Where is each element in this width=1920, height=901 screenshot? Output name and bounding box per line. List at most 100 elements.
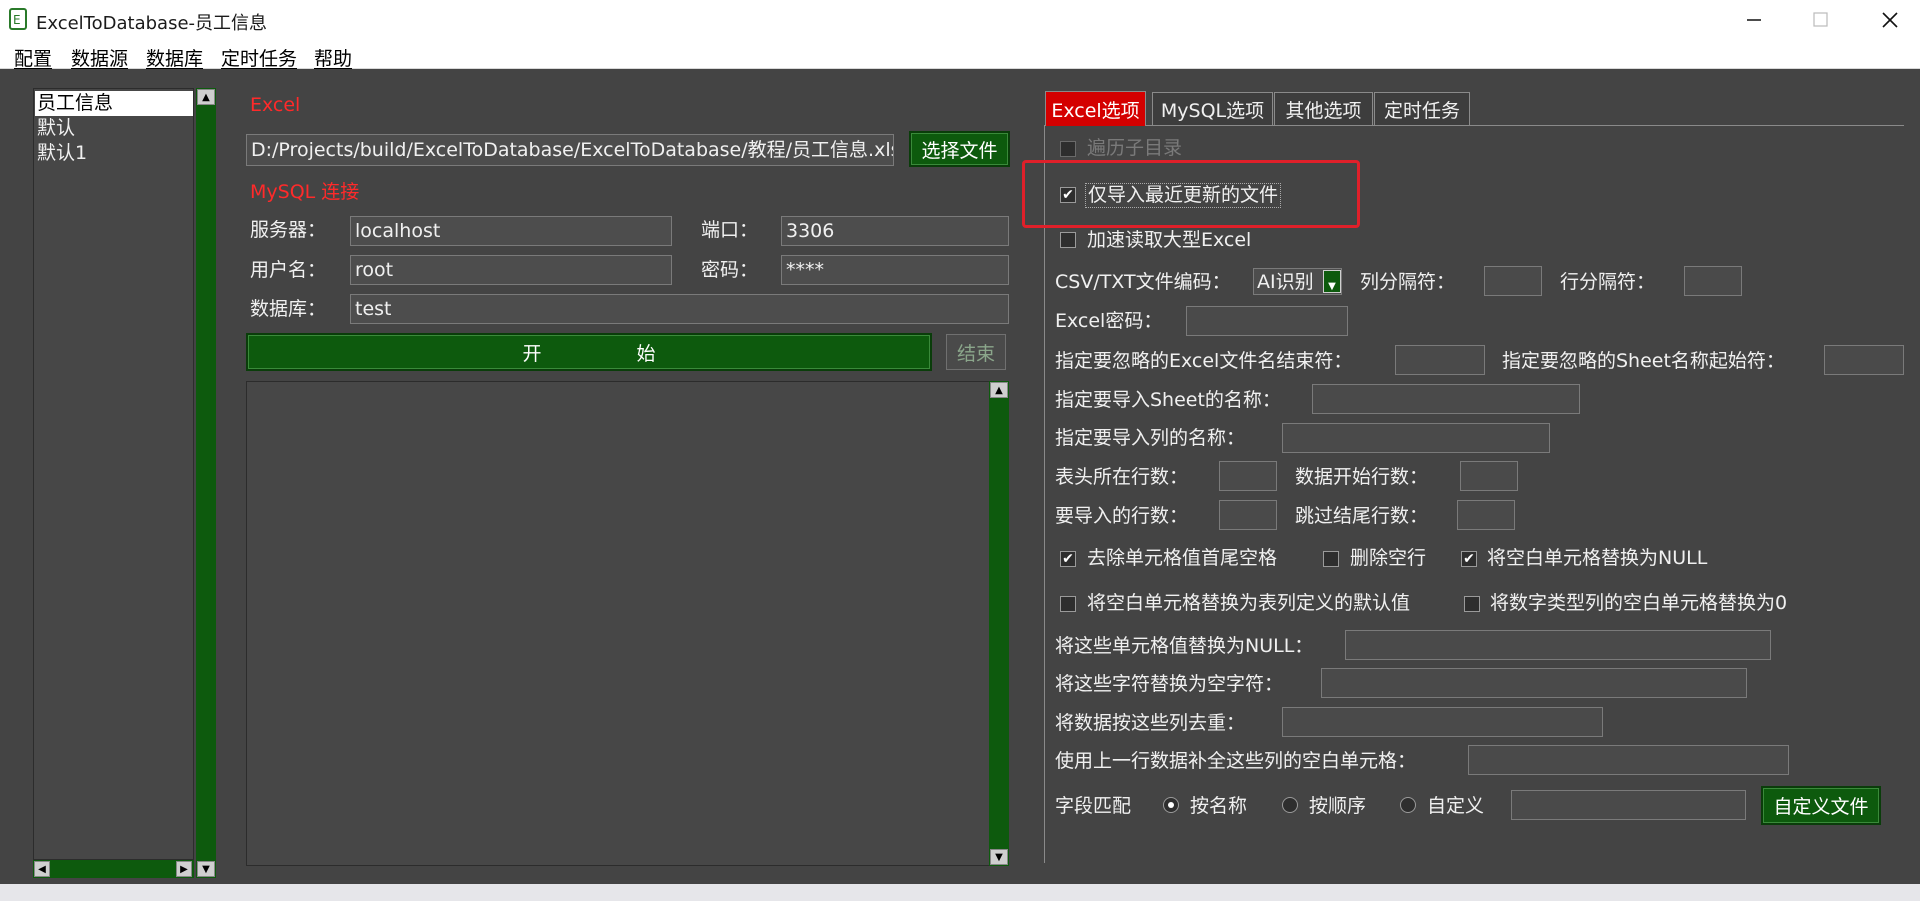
bottom-strip (0, 884, 1920, 901)
traverse-subdirs-label: 遍历子目录 (1087, 137, 1183, 159)
excel-database-app-icon: E (9, 7, 27, 31)
blank-to-null-checkbox[interactable]: ✔ (1461, 551, 1477, 567)
menu-help[interactable]: 帮助 (314, 44, 352, 71)
title-bar: E ExcelToDatabase-员工信息 (0, 0, 1920, 40)
scroll-up-icon[interactable]: ▲ (197, 89, 215, 105)
import-sheet-name-field[interactable] (1312, 384, 1580, 414)
match-by-order-label: 按顺序 (1309, 795, 1367, 817)
excel-password-label: Excel密码： (1055, 310, 1163, 332)
scroll-up-icon[interactable]: ▲ (990, 382, 1008, 398)
ignore-sheet-prefix-field[interactable] (1824, 345, 1904, 375)
trim-values-label: 去除单元格值首尾空格 (1087, 547, 1278, 569)
field-match-label: 字段匹配 (1055, 795, 1132, 817)
end-button[interactable]: 结束 (946, 334, 1006, 370)
data-start-row-field[interactable] (1460, 461, 1518, 491)
start-button[interactable]: 开 始 (246, 333, 932, 371)
blank-numeric-zero-label: 将数字类型列的空白单元格替换为0 (1490, 592, 1788, 614)
traverse-subdirs-checkbox[interactable] (1060, 141, 1076, 157)
config-list-item[interactable]: 默认 (37, 119, 75, 138)
fill-from-prev-label: 使用上一行数据补全这些列的空白单元格： (1055, 750, 1417, 772)
maximize-icon[interactable] (1806, 8, 1834, 32)
csv-encoding-label: CSV/TXT文件编码： (1055, 271, 1231, 293)
dedupe-columns-field[interactable] (1282, 707, 1603, 737)
password-field[interactable]: **** (781, 255, 1009, 285)
choose-file-button[interactable]: 选择文件 (909, 131, 1010, 167)
speed-read-label: 加速读取大型Excel (1087, 229, 1252, 251)
scroll-down-icon[interactable]: ▼ (197, 861, 215, 877)
menu-database[interactable]: 数据库 (146, 44, 203, 71)
header-row-label: 表头所在行数： (1055, 466, 1189, 488)
menu-scheduled-tasks[interactable]: 定时任务 (221, 44, 297, 71)
import-columns-field[interactable] (1282, 423, 1550, 453)
ignore-filename-suffix-label: 指定要忽略的Excel文件名结束符： (1055, 350, 1353, 372)
speed-read-checkbox[interactable] (1060, 232, 1076, 248)
data-start-row-label: 数据开始行数： (1295, 466, 1429, 488)
blank-to-null-label: 将空白单元格替换为NULL (1487, 547, 1708, 569)
row-sep-field[interactable] (1684, 266, 1742, 296)
csv-encoding-value: AI识别 (1257, 271, 1314, 293)
csv-encoding-select[interactable]: AI识别 ▼ (1253, 268, 1342, 295)
match-custom-label: 自定义 (1427, 795, 1485, 817)
row-sep-label: 行分隔符： (1560, 271, 1656, 293)
minimize-icon[interactable] (1740, 8, 1768, 32)
password-label: 密码： (701, 259, 759, 281)
svg-text:E: E (13, 13, 21, 27)
tab-other-options[interactable]: 其他选项 (1274, 92, 1373, 125)
chevron-down-icon[interactable]: ▼ (1323, 270, 1341, 293)
col-sep-label: 列分隔符： (1360, 271, 1456, 293)
trim-values-checkbox[interactable]: ✔ (1060, 551, 1076, 567)
delete-empty-rows-checkbox[interactable] (1323, 551, 1339, 567)
server-field[interactable]: localhost (350, 216, 672, 246)
excel-password-field[interactable] (1186, 306, 1348, 336)
blank-to-default-checkbox[interactable] (1060, 596, 1076, 612)
database-label: 数据库： (250, 298, 327, 320)
user-field[interactable]: root (350, 255, 672, 285)
user-label: 用户名： (250, 259, 327, 281)
fill-from-prev-field[interactable] (1468, 745, 1789, 775)
scroll-down-icon[interactable]: ▼ (990, 849, 1008, 865)
blank-numeric-zero-checkbox[interactable] (1464, 596, 1480, 612)
menu-datasource[interactable]: 数据源 (71, 44, 128, 71)
config-list-horizontal-scrollbar[interactable] (33, 860, 194, 878)
close-icon[interactable] (1876, 8, 1904, 32)
match-by-order-radio[interactable] (1282, 797, 1298, 813)
rows-to-import-label: 要导入的行数： (1055, 505, 1189, 527)
dedupe-columns-label: 将数据按这些列去重： (1055, 712, 1246, 734)
ignore-sheet-prefix-label: 指定要忽略的Sheet名称起始符： (1502, 350, 1785, 372)
config-list-item[interactable]: 默认1 (37, 144, 87, 163)
chars-to-empty-label: 将这些字符替换为空字符： (1055, 673, 1284, 695)
scroll-right-icon[interactable]: ▶ (176, 861, 192, 877)
excel-path-field[interactable]: D:/Projects/build/ExcelToDatabase/ExcelT… (246, 134, 894, 166)
skip-tail-rows-field[interactable] (1457, 500, 1515, 530)
tab-mysql-options[interactable]: MySQL选项 (1152, 92, 1273, 125)
port-field[interactable]: 3306 (781, 216, 1009, 246)
header-row-field[interactable] (1219, 461, 1277, 491)
window-title: ExcelToDatabase-员工信息 (36, 13, 268, 34)
menu-config[interactable]: 配置 (14, 44, 52, 71)
config-list[interactable]: 员工信息 默认 默认1 (33, 88, 194, 860)
tab-scheduled-tasks[interactable]: 定时任务 (1374, 92, 1470, 125)
match-by-name-label: 按名称 (1190, 795, 1248, 817)
log-output-area[interactable] (246, 381, 990, 866)
custom-file-path-field[interactable] (1511, 790, 1746, 820)
excel-section-label: Excel (250, 94, 301, 116)
log-vertical-scrollbar[interactable] (989, 381, 1009, 866)
chars-to-empty-field[interactable] (1321, 668, 1747, 698)
values-to-null-field[interactable] (1345, 630, 1771, 660)
match-custom-radio[interactable] (1400, 797, 1416, 813)
port-label: 端口： (701, 219, 759, 241)
tab-excel-options[interactable]: Excel选项 (1045, 91, 1146, 126)
database-field[interactable]: test (350, 294, 1009, 324)
ignore-filename-suffix-field[interactable] (1395, 345, 1485, 375)
import-columns-label: 指定要导入列的名称： (1055, 427, 1246, 449)
config-list-vertical-scrollbar[interactable] (196, 88, 216, 878)
blank-to-default-label: 将空白单元格替换为表列定义的默认值 (1087, 592, 1411, 614)
col-sep-field[interactable] (1484, 266, 1542, 296)
rows-to-import-field[interactable] (1219, 500, 1277, 530)
config-list-item[interactable]: 员工信息 (37, 94, 113, 113)
mysql-section-label: MySQL 连接 (250, 181, 360, 203)
scroll-left-icon[interactable]: ◀ (34, 861, 50, 877)
custom-file-button[interactable]: 自定义文件 (1761, 786, 1881, 825)
delete-empty-rows-label: 删除空行 (1350, 547, 1427, 569)
match-by-name-radio[interactable] (1163, 797, 1179, 813)
